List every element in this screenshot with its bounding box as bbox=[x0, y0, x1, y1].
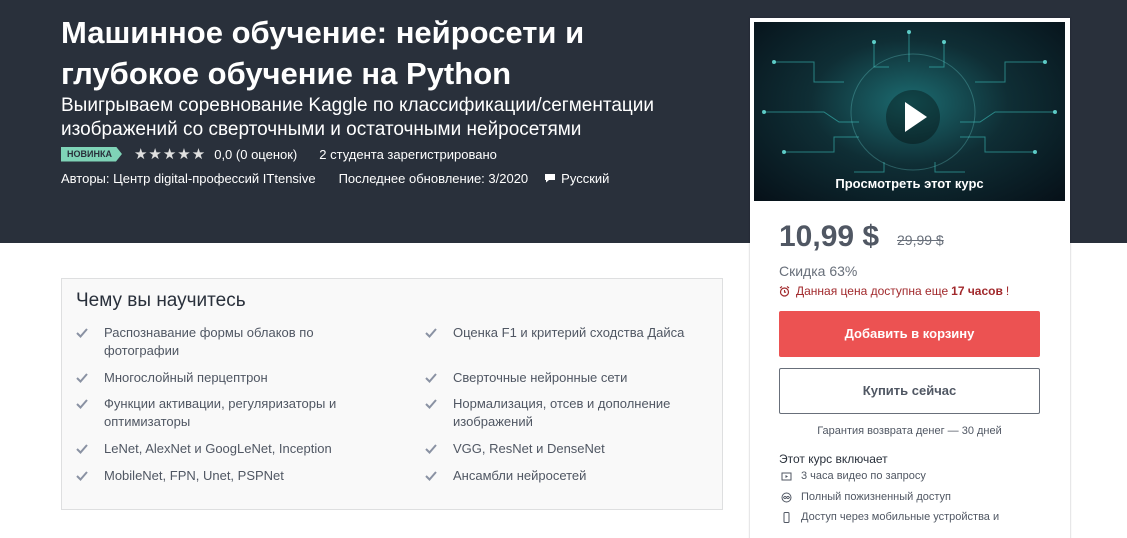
learn-item: Оценка F1 и критерий сходства Дайса bbox=[425, 324, 710, 342]
includes-item: Полный пожизненный доступ bbox=[781, 491, 951, 503]
alarm-clock-icon bbox=[779, 285, 790, 297]
check-icon bbox=[425, 328, 437, 338]
learn-item-text: Оценка F1 и критерий сходства Дайса bbox=[453, 325, 685, 340]
preview-label: Просмотреть этот курс bbox=[835, 176, 984, 191]
price-timer: Данная цена доступна еще 17 часов ! bbox=[779, 284, 1009, 298]
check-icon bbox=[76, 399, 88, 409]
course-stats: НОВИНКА ★★★★★ 0,0 (0 оценок) 2 студента … bbox=[61, 145, 497, 163]
what-you-learn-box: Чему вы научитесь Распознавание формы об… bbox=[61, 278, 723, 510]
learn-item: Многослойный перцептрон bbox=[76, 369, 356, 387]
learn-item: Нормализация, отсев и дополнение изображ… bbox=[425, 395, 710, 431]
includes-item-text: 3 часа видео по запросу bbox=[801, 470, 926, 482]
star-rating-icon: ★★★★★ bbox=[133, 146, 207, 163]
learn-item-text: LeNet, AlexNet и GoogLeNet, Inception bbox=[104, 441, 332, 456]
check-icon bbox=[425, 373, 437, 383]
learn-item-text: MobileNet, FPN, Unet, PSPNet bbox=[104, 468, 284, 483]
language: Русский bbox=[544, 171, 609, 186]
money-back-guarantee: Гарантия возврата денег — 30 дней bbox=[817, 425, 1002, 437]
includes-item: 3 часа видео по запросу bbox=[781, 470, 926, 482]
learn-item-text: Сверточные нейронные сети bbox=[453, 370, 628, 385]
speech-bubble-icon bbox=[545, 174, 556, 183]
learn-item: VGG, ResNet и DenseNet bbox=[425, 440, 710, 458]
learn-item: Функции активации, регуляризаторы и опти… bbox=[76, 395, 356, 431]
check-icon bbox=[425, 471, 437, 481]
learn-item: Сверточные нейронные сети bbox=[425, 369, 710, 387]
play-icon[interactable] bbox=[885, 89, 941, 145]
what-you-learn-heading: Чему вы научитесь bbox=[76, 290, 246, 311]
includes-title: Этот курс включает bbox=[779, 452, 888, 466]
includes-item: Доступ через мобильные устройства и bbox=[781, 511, 999, 523]
check-icon bbox=[76, 471, 88, 481]
includes-item-text: Полный пожизненный доступ bbox=[801, 491, 951, 503]
purchase-sidebar: Просмотреть этот курс 10,99 $ 29,99 $ Ск… bbox=[750, 18, 1070, 538]
original-price: 29,99 $ bbox=[897, 232, 944, 248]
course-preview-video[interactable]: Просмотреть этот курс bbox=[754, 22, 1065, 201]
learn-item-text: VGG, ResNet и DenseNet bbox=[453, 441, 605, 456]
check-icon bbox=[425, 399, 437, 409]
language-label: Русский bbox=[561, 170, 610, 186]
infinity-icon bbox=[781, 492, 792, 502]
current-price: 10,99 $ bbox=[779, 220, 880, 253]
buy-now-button[interactable]: Купить сейчас bbox=[779, 368, 1040, 414]
learn-item-text: Функции активации, регуляризаторы и опти… bbox=[104, 396, 337, 429]
learn-item: Ансамбли нейросетей bbox=[425, 467, 710, 485]
course-title: Машинное обучение: нейросети и глубокое … bbox=[61, 15, 585, 91]
learn-item: Распознавание формы облаков по фотографи… bbox=[76, 324, 356, 360]
new-badge: НОВИНКА bbox=[61, 147, 122, 162]
authors[interactable]: Авторы: Центр digital-профессий ITtensiv… bbox=[61, 171, 316, 186]
check-icon bbox=[76, 373, 88, 383]
rating-text[interactable]: 0,0 (0 оценок) bbox=[214, 147, 297, 162]
timer-hours: 17 часов bbox=[951, 284, 1003, 298]
course-subtitle: Выигрываем соревнование Kaggle по класси… bbox=[61, 95, 654, 140]
check-icon bbox=[76, 444, 88, 454]
timer-prefix: Данная цена доступна еще bbox=[796, 284, 949, 298]
learn-item: LeNet, AlexNet и GoogLeNet, Inception bbox=[76, 440, 356, 458]
learn-item-text: Распознавание формы облаков по фотографи… bbox=[104, 325, 314, 358]
learn-item-text: Ансамбли нейросетей bbox=[453, 468, 587, 483]
learn-item-text: Нормализация, отсев и дополнение изображ… bbox=[453, 396, 671, 429]
mobile-icon bbox=[783, 511, 790, 523]
last-updated: Последнее обновление: 3/2020 bbox=[338, 170, 529, 186]
learn-item: MobileNet, FPN, Unet, PSPNet bbox=[76, 467, 356, 485]
timer-suffix: ! bbox=[1005, 284, 1010, 298]
add-to-cart-button[interactable]: Добавить в корзину bbox=[779, 311, 1040, 357]
students-count: 2 студента зарегистрировано bbox=[319, 146, 497, 162]
check-icon bbox=[425, 444, 437, 454]
learn-item-text: Многослойный перцептрон bbox=[104, 370, 268, 385]
check-icon bbox=[76, 328, 88, 338]
discount-label: Скидка 63% bbox=[779, 263, 858, 279]
includes-item-text: Доступ через мобильные устройства и bbox=[801, 511, 1000, 523]
course-info: Авторы: Центр digital-профессий ITtensiv… bbox=[61, 169, 609, 187]
video-icon bbox=[781, 472, 792, 480]
